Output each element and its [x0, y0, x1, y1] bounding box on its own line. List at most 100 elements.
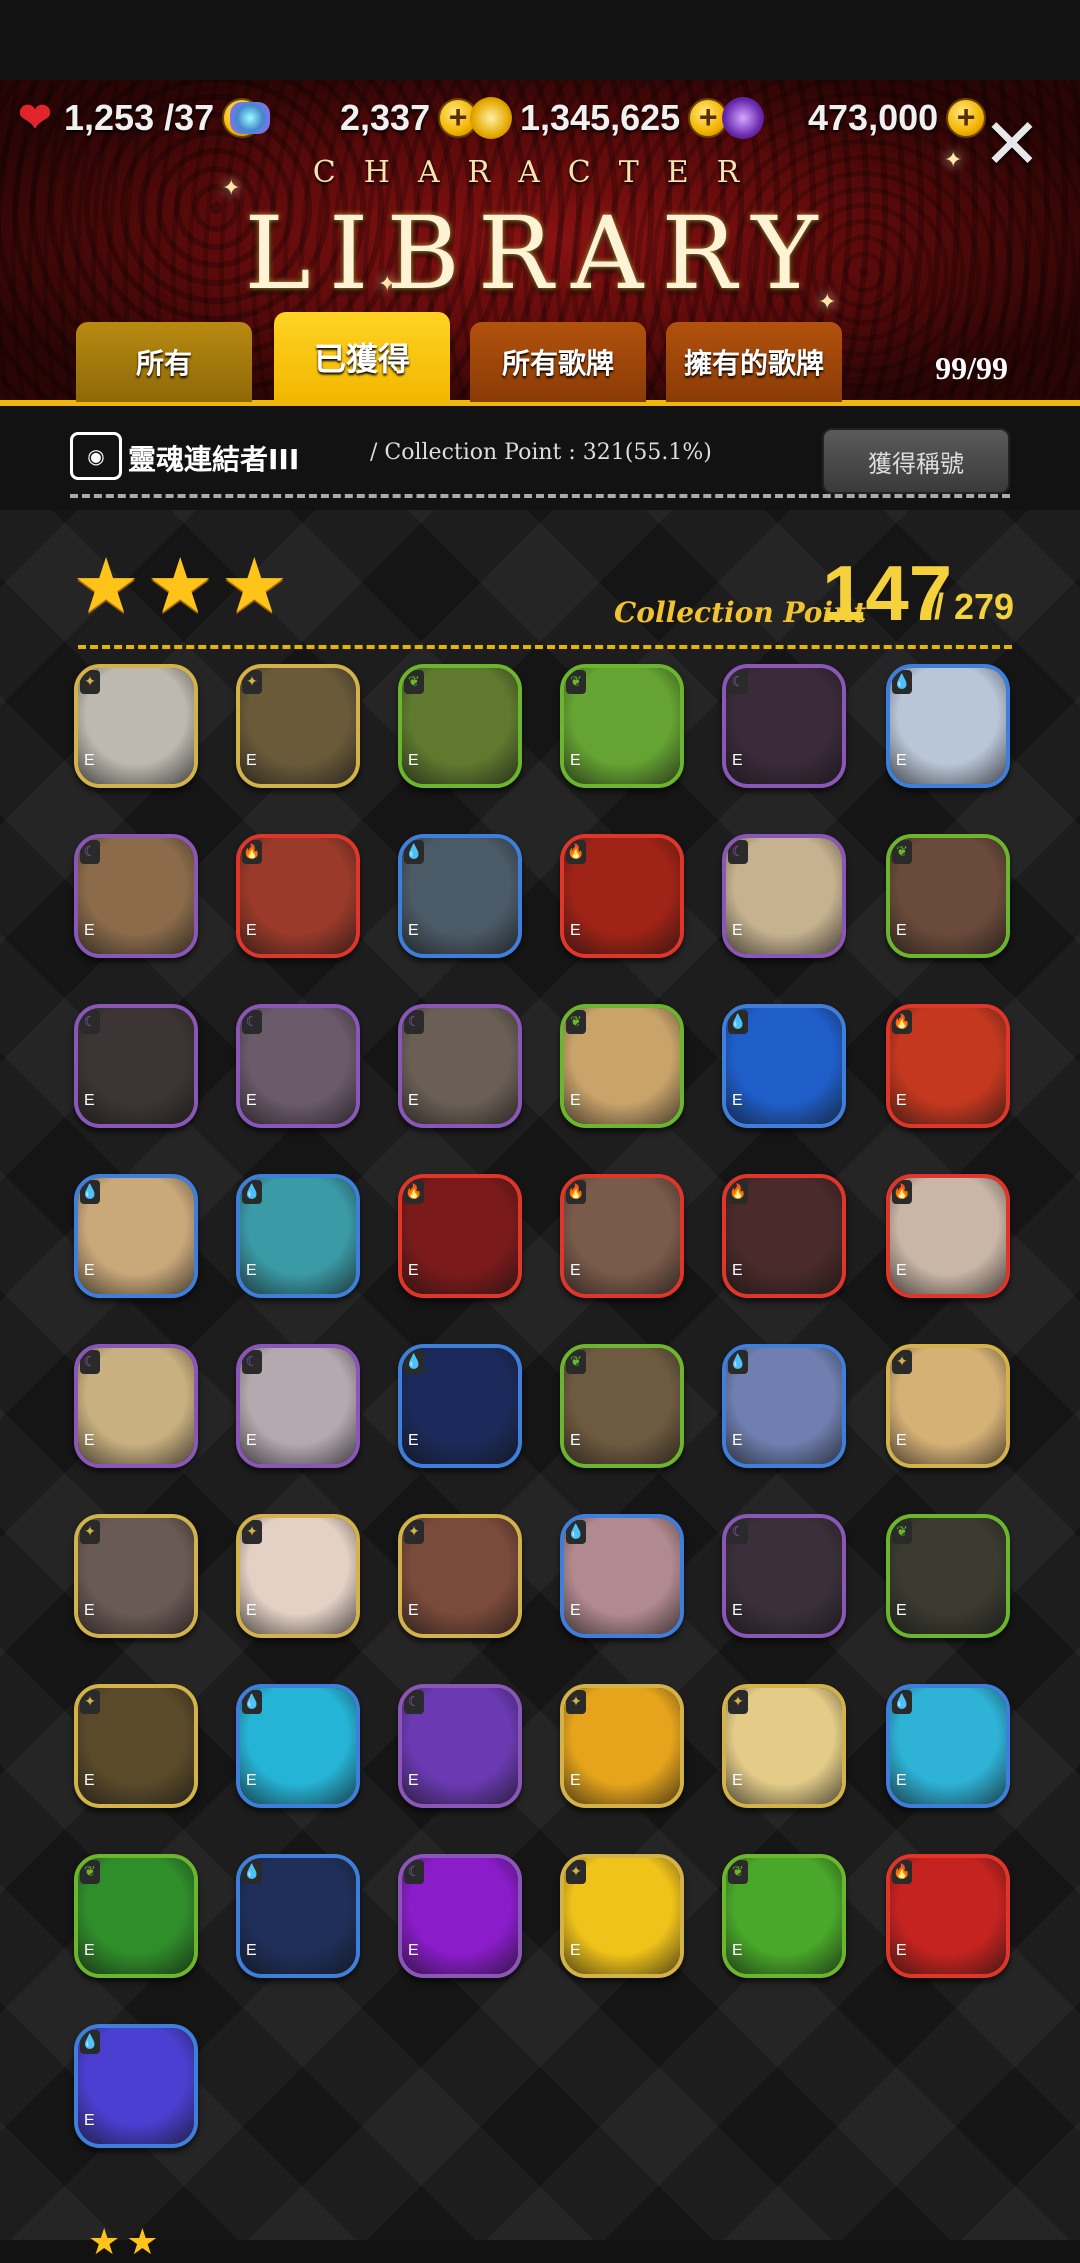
- rank-letter: E: [84, 1432, 95, 1449]
- character-card[interactable]: 💧 E: [236, 1174, 360, 1298]
- character-card[interactable]: ✦ E: [236, 1514, 360, 1638]
- rank-letter: E: [246, 1432, 257, 1449]
- character-card[interactable]: ☾ E: [722, 834, 846, 958]
- character-card[interactable]: 💧 E: [886, 1684, 1010, 1808]
- rank-letter: E: [84, 2112, 95, 2129]
- rank-letter: E: [732, 1262, 743, 1279]
- character-card[interactable]: 💧 E: [722, 1004, 846, 1128]
- gem-resource: 2,337 +: [230, 92, 479, 144]
- character-card[interactable]: 💧 E: [74, 2024, 198, 2148]
- element-icon: 🔥: [892, 1010, 912, 1034]
- element-icon: 💧: [80, 1180, 100, 1204]
- stamina-resource: ❤ 1,253 /37 +: [14, 92, 263, 144]
- title-character: CHARACTER: [312, 155, 768, 190]
- character-card[interactable]: 💧 E: [236, 1684, 360, 1808]
- tab-all[interactable]: 所有: [76, 322, 252, 402]
- star-rating: ★ ★ ★: [72, 548, 288, 624]
- element-icon: ☾: [404, 1010, 424, 1034]
- character-card[interactable]: 🔥 E: [560, 834, 684, 958]
- rank-letter: E: [408, 752, 419, 769]
- character-card[interactable]: 💧 E: [560, 1514, 684, 1638]
- character-card[interactable]: ☾ E: [74, 1004, 198, 1128]
- character-card[interactable]: ☾ E: [722, 1514, 846, 1638]
- character-card[interactable]: ✦ E: [398, 1514, 522, 1638]
- tab-all-cards[interactable]: 所有歌牌: [470, 322, 646, 402]
- character-card[interactable]: 🔥 E: [886, 1004, 1010, 1128]
- character-card[interactable]: 💧 E: [236, 1854, 360, 1978]
- character-card[interactable]: 🔥 E: [560, 1174, 684, 1298]
- character-card[interactable]: 🔥 E: [886, 1854, 1010, 1978]
- character-card[interactable]: 💧 E: [74, 1174, 198, 1298]
- element-icon: ✦: [566, 1860, 586, 1884]
- character-card[interactable]: 🔥 E: [236, 834, 360, 958]
- rank-letter: E: [84, 1262, 95, 1279]
- tab-owned-cards[interactable]: 擁有的歌牌: [666, 322, 842, 402]
- star-icon: ★: [146, 541, 215, 630]
- rank-letter: E: [896, 1602, 907, 1619]
- rank-letter: E: [896, 1262, 907, 1279]
- character-card[interactable]: 💧 E: [398, 1344, 522, 1468]
- rank-letter: E: [732, 1772, 743, 1789]
- rank-letter: E: [732, 752, 743, 769]
- rank-letter: E: [84, 922, 95, 939]
- rank-letter: E: [732, 1092, 743, 1109]
- character-card[interactable]: 💧 E: [722, 1344, 846, 1468]
- element-icon: ✦: [80, 1690, 100, 1714]
- character-card[interactable]: ❦ E: [560, 1004, 684, 1128]
- rank-letter: E: [408, 1432, 419, 1449]
- rank-letter: E: [84, 1092, 95, 1109]
- section-divider: [78, 645, 1012, 649]
- rank-letter: E: [732, 1432, 743, 1449]
- character-card[interactable]: ✦ E: [74, 1514, 198, 1638]
- title-library: LIBRARY: [244, 195, 836, 312]
- character-card[interactable]: ☾ E: [74, 834, 198, 958]
- character-card[interactable]: 💧 E: [398, 834, 522, 958]
- character-card[interactable]: ❦ E: [560, 1344, 684, 1468]
- character-card[interactable]: ✦ E: [74, 664, 198, 788]
- character-card[interactable]: ✦ E: [560, 1854, 684, 1978]
- element-icon: 🔥: [404, 1180, 424, 1204]
- element-icon: ✦: [80, 1520, 100, 1544]
- next-section-stars: ★★: [88, 2222, 165, 2263]
- element-icon: ☾: [728, 670, 748, 694]
- rank-letter: E: [246, 1942, 257, 1959]
- tab-obtained[interactable]: 已獲得: [274, 312, 450, 402]
- element-icon: ❦: [80, 1860, 100, 1884]
- rank-letter: E: [246, 1092, 257, 1109]
- character-card[interactable]: ✦ E: [74, 1684, 198, 1808]
- element-icon: ✦: [728, 1690, 748, 1714]
- element-icon: ❦: [566, 670, 586, 694]
- character-card[interactable]: 🔥 E: [722, 1174, 846, 1298]
- character-count: 99/99: [935, 350, 1008, 386]
- character-card[interactable]: ☾ E: [236, 1004, 360, 1128]
- gem-value: 2,337: [340, 97, 431, 138]
- character-card[interactable]: ☾ E: [398, 1004, 522, 1128]
- character-card[interactable]: ❦ E: [886, 1514, 1010, 1638]
- character-card[interactable]: ❦ E: [722, 1854, 846, 1978]
- character-card[interactable]: ✦ E: [236, 664, 360, 788]
- rank-letter: E: [896, 1092, 907, 1109]
- character-card[interactable]: ✦ E: [560, 1684, 684, 1808]
- character-card[interactable]: ☾ E: [398, 1854, 522, 1978]
- character-card[interactable]: ☾ E: [398, 1684, 522, 1808]
- rank-letter: E: [246, 752, 257, 769]
- character-card[interactable]: ☾ E: [236, 1344, 360, 1468]
- element-icon: ☾: [80, 840, 100, 864]
- character-card[interactable]: 🔥 E: [398, 1174, 522, 1298]
- element-icon: 🔥: [728, 1180, 748, 1204]
- character-card[interactable]: ✦ E: [886, 1344, 1010, 1468]
- element-icon: ✦: [242, 1520, 262, 1544]
- character-card[interactable]: ❦ E: [560, 664, 684, 788]
- character-card[interactable]: ☾ E: [74, 1344, 198, 1468]
- character-card[interactable]: ☾ E: [722, 664, 846, 788]
- character-card[interactable]: ❦ E: [398, 664, 522, 788]
- character-card[interactable]: 🔥 E: [886, 1174, 1010, 1298]
- character-card[interactable]: 💧 E: [886, 664, 1010, 788]
- character-card[interactable]: ❦ E: [886, 834, 1010, 958]
- acquire-title-button[interactable]: 獲得稱號: [822, 428, 1010, 494]
- divider: [70, 494, 1010, 498]
- character-card[interactable]: ✦ E: [722, 1684, 846, 1808]
- element-icon: ✦: [566, 1690, 586, 1714]
- rank-letter: E: [732, 1942, 743, 1959]
- character-card[interactable]: ❦ E: [74, 1854, 198, 1978]
